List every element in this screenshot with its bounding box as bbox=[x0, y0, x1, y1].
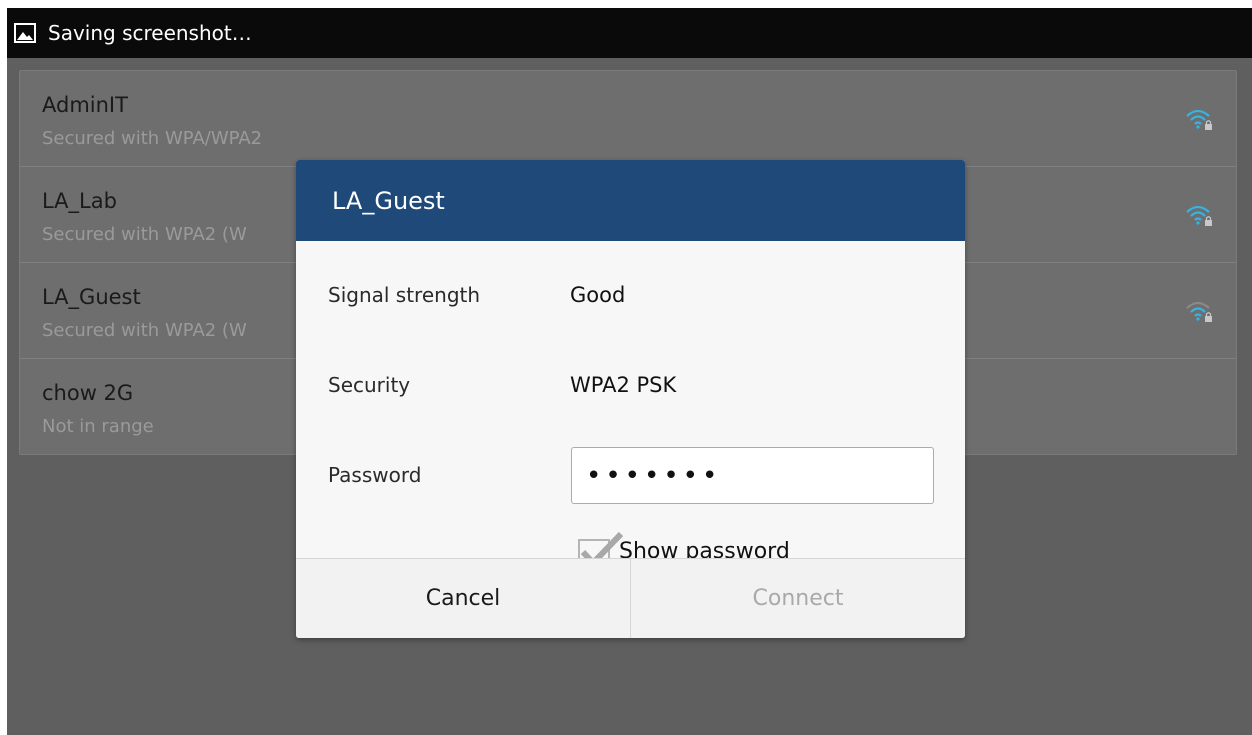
wifi-network-item[interactable]: AdminIT Secured with WPA/WPA2 bbox=[20, 71, 1236, 167]
wifi-network-status: Not in range bbox=[42, 416, 154, 437]
cancel-button[interactable]: Cancel bbox=[296, 559, 631, 638]
wifi-network-name: LA_Lab bbox=[42, 189, 117, 213]
wifi-network-status: Secured with WPA2 (W bbox=[42, 224, 247, 245]
wifi-network-status: Secured with WPA/WPA2 bbox=[42, 128, 263, 149]
wifi-network-name: AdminIT bbox=[42, 93, 128, 117]
security-label: Security bbox=[328, 373, 411, 397]
wifi-lock-icon bbox=[1184, 107, 1214, 133]
wifi-network-name: chow 2G bbox=[42, 381, 134, 405]
screen: Saving screenshot… AdminIT Secured with … bbox=[7, 8, 1252, 735]
dialog-body[interactable]: Signal strength Good Security WPA2 PSK P… bbox=[296, 241, 965, 558]
status-bar: Saving screenshot… bbox=[7, 8, 1252, 58]
wifi-network-name: LA_Guest bbox=[42, 285, 141, 309]
wifi-network-status: Secured with WPA2 (W bbox=[42, 320, 247, 341]
password-label: Password bbox=[328, 463, 422, 487]
signal-strength-label: Signal strength bbox=[328, 283, 481, 307]
wifi-connect-dialog: LA_Guest Signal strength Good Security W… bbox=[296, 160, 965, 638]
dialog-header: LA_Guest bbox=[296, 160, 965, 241]
security-value: WPA2 PSK bbox=[570, 373, 677, 397]
image-icon bbox=[14, 22, 38, 44]
dialog-title: LA_Guest bbox=[332, 186, 445, 215]
show-password-toggle[interactable]: Show password bbox=[577, 531, 790, 558]
signal-strength-value: Good bbox=[570, 283, 626, 307]
status-text: Saving screenshot… bbox=[48, 21, 252, 45]
wifi-lock-icon bbox=[1184, 299, 1214, 325]
show-password-label: Show password bbox=[619, 538, 790, 559]
dialog-footer: Cancel Connect bbox=[296, 558, 965, 638]
connect-button[interactable]: Connect bbox=[631, 559, 965, 638]
wifi-lock-icon bbox=[1184, 203, 1214, 229]
checkbox-checked-icon[interactable] bbox=[577, 531, 624, 558]
password-input[interactable] bbox=[571, 447, 934, 504]
